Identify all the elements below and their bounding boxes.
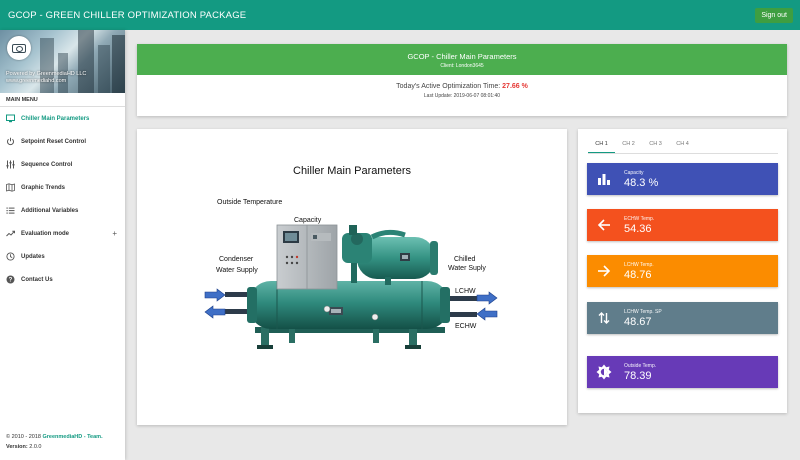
overview-client: Client: London3645 [440,63,484,69]
optimization-time-value: 27.66 % [502,83,528,90]
banner-website: www.greenmediahd.com [6,78,67,84]
label-chilled-water-supply: Water Suply [448,265,486,272]
overview-title: GCOP - Chiller Main Parameters [407,52,517,61]
sidebar-footer: © 2010 - 2018 GreenmediaHD - Team. Versi… [6,432,103,452]
stat-echw-value: 54.36 [624,222,652,235]
sidebar-item-updates[interactable]: Updates [0,245,125,268]
overview-card: GCOP - Chiller Main Parameters Client: L… [137,44,787,116]
top-bar: GCOP - GREEN CHILLER OPTIMIZATION PACKAG… [0,0,800,30]
sign-out-button[interactable]: Sign out [755,7,793,23]
stat-lchw-label: LCHW Temp. [624,261,654,268]
footer-copyright: © 2010 - 2018 [6,434,41,440]
condenser-arrow-out-icon [204,305,226,319]
sidebar-item-chiller-main-parameters[interactable]: Chiller Main Parameters [0,107,125,130]
sidebar-item-contact-us[interactable]: ? Contact Us [0,268,125,291]
sidebar-item-label: Updates [21,253,45,260]
history-icon [6,252,15,261]
sidebar-item-label: Evaluation mode [21,230,70,237]
company-logo-icon [7,36,31,60]
stat-outside-value: 78.39 [624,369,652,382]
label-chilled: Chilled [454,256,476,263]
label-condenser-water-supply: Water Supply [216,267,258,274]
stat-lchw-sp-value: 48.67 [624,315,652,328]
stat-capacity-value: 48.3 % [624,176,659,189]
footer-version-label: Version: [6,444,28,450]
sidebar-item-label: Graphic Trends [21,184,66,191]
sidebar-item-label: Chiller Main Parameters [21,115,90,122]
sidebar-item-graphic-trends[interactable]: Graphic Trends [0,176,125,199]
chiller-machine-image [247,224,450,349]
stat-outside-temp: Outside Temp. 78.39 [587,356,778,388]
chiller-diagram-card: Chiller Main Parameters Outside Temperat… [137,129,567,425]
banner-powered-by: Powered by GreenmediaHD LLC [6,71,87,77]
stat-echw-temp: ECHW Temp. 54.36 [587,209,778,241]
overview-card-header: GCOP - Chiller Main Parameters Client: L… [137,44,787,75]
condenser-arrow-in-icon [204,288,226,302]
sidebar-item-setpoint-reset-control[interactable]: Setpoint Reset Control [0,130,125,153]
stat-lchw-value: 48.76 [624,268,652,281]
sidebar-item-sequence-control[interactable]: Sequence Control [0,153,125,176]
sidebar-item-additional-variables[interactable]: Additional Variables [0,199,125,222]
last-update-text: Last Update: 2019-06-07 08:01:40 [423,93,501,99]
monitor-icon [6,114,15,123]
label-echw: ECHW [455,323,477,330]
app-title: GCOP - GREEN CHILLER OPTIMIZATION PACKAG… [8,9,247,21]
chiller-diagram: Chiller Main Parameters Outside Temperat… [204,165,498,349]
bar-chart-icon [587,163,620,195]
trending-up-icon [6,229,15,238]
svg-text:?: ? [9,278,13,284]
optimization-time-label: Today's Active Optimization Time: [396,83,501,90]
footer-version: 2.0.0 [29,444,42,450]
lchw-arrow-out-icon [476,291,498,305]
main-menu-header: MAIN MENU [0,93,125,107]
arrow-left-icon [587,209,620,241]
brightness-icon [587,356,620,388]
sidebar-banner-image: Powered by GreenmediaHD LLC www.greenmed… [0,30,125,93]
label-condenser: Condenser [219,256,254,263]
stat-lchw-temp: LCHW Temp. 48.76 [587,255,778,287]
help-icon: ? [6,275,15,284]
diagram-title: Chiller Main Parameters [293,165,411,177]
sidebar-item-label: Setpoint Reset Control [21,138,87,145]
sidebar-item-label: Sequence Control [21,161,73,168]
chiller-stats-card: CH 1 CH 2 CH 3 CH 4 Capacity 48.3 % ECHW… [578,129,787,413]
power-icon [6,137,15,146]
list-icon [6,206,15,215]
echw-arrow-in-icon [476,307,498,321]
sidebar-item-label: Additional Variables [21,207,79,214]
sidebar-item-label: Contact Us [21,276,53,283]
stat-lchw-setpoint: LCHW Temp. SP 48.67 [587,302,778,334]
label-capacity: Capacity [294,217,322,224]
map-icon [6,183,15,192]
stat-lchw-sp-label: LCHW Temp. SP [624,308,662,315]
stat-capacity: Capacity 48.3 % [587,163,778,195]
stat-capacity-label: Capacity [624,169,644,176]
arrow-right-icon [587,255,620,287]
footer-brand-link[interactable]: GreenmediaHD - Team. [42,434,102,440]
label-lchw: LCHW [455,288,476,295]
sidebar: Powered by GreenmediaHD LLC www.greenmed… [0,30,125,460]
sidebar-item-evaluation-mode[interactable]: Evaluation mode + [0,222,125,245]
stat-echw-label: ECHW Temp. [624,215,655,222]
sliders-icon [6,160,15,169]
stat-outside-label: Outside Temp. [624,362,657,369]
label-outside-temperature: Outside Temperature [217,199,282,206]
expand-plus-icon[interactable]: + [112,229,117,238]
swap-vertical-icon [587,302,620,334]
